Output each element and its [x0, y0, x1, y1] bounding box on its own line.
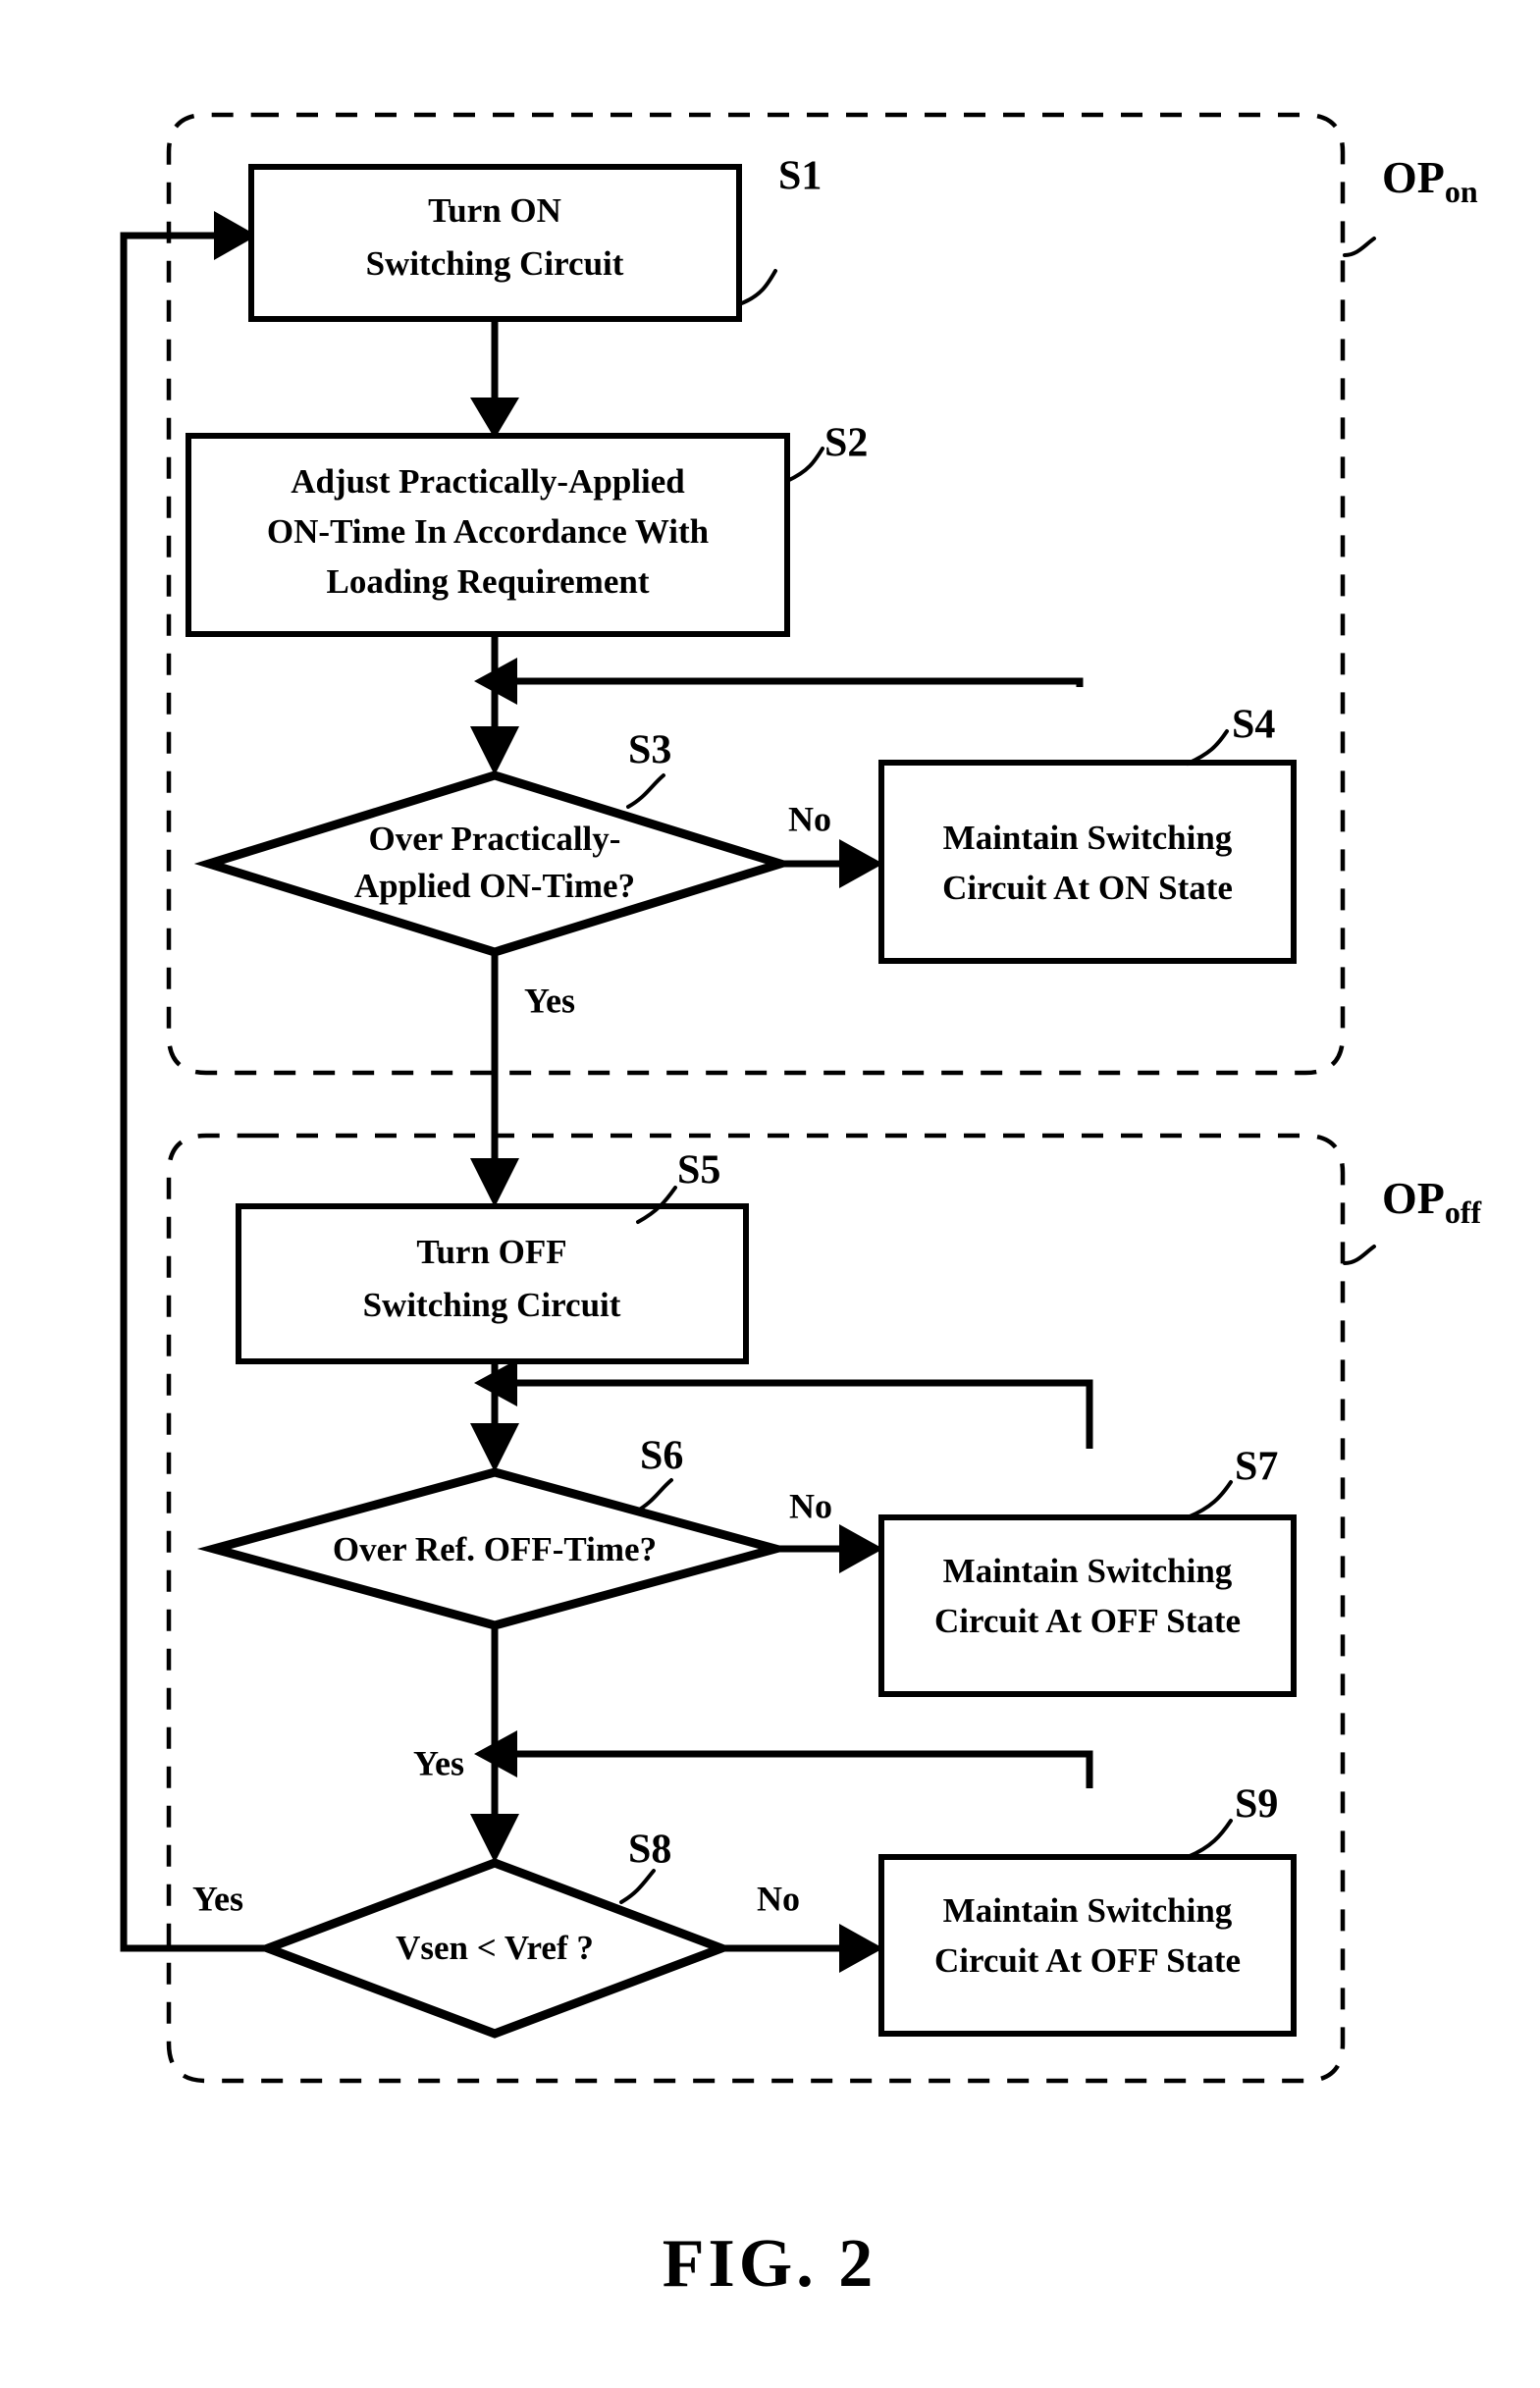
s4-ref-label: S4	[1232, 703, 1275, 748]
s5-ref-label: S5	[677, 1148, 720, 1194]
s4-line-2: Circuit At ON State	[942, 869, 1233, 907]
step-ref-s7: S7	[1186, 1445, 1278, 1519]
arrowhead-into-s9	[839, 1924, 883, 1973]
s6-ref-label: S6	[640, 1434, 683, 1479]
node-s7[interactable]: Maintain Switching Circuit At OFF State	[878, 1514, 1297, 1697]
s3-line-2: Applied ON-Time?	[354, 867, 635, 905]
s6-line-1: Over Ref. OFF-Time?	[333, 1530, 657, 1568]
svg-text:OPon: OPon	[1382, 152, 1478, 210]
node-s6[interactable]: Over Ref. OFF-Time?	[196, 1467, 793, 1630]
op-off-ref-sub: off	[1445, 1194, 1482, 1230]
s1-line-1: Turn ON	[428, 191, 561, 230]
s7-line-1: Maintain Switching	[943, 1552, 1233, 1590]
op-on-ref-sub: on	[1445, 174, 1478, 209]
s3-no-label: No	[788, 799, 831, 838]
connector-s2-to-s3	[470, 634, 519, 775]
step-ref-s2: S2	[785, 421, 868, 483]
s9-ref-label: S9	[1235, 1782, 1278, 1828]
step-ref-s4: S4	[1186, 703, 1275, 766]
s3-line-1: Over Practically-	[369, 820, 621, 858]
arrowhead-into-s5	[470, 1158, 519, 1207]
step-ref-s6: S6	[634, 1434, 683, 1513]
branch-s3-no: No	[780, 799, 883, 888]
node-s4[interactable]: Maintain Switching Circuit At ON State	[878, 760, 1297, 964]
s7-ref-label: S7	[1235, 1445, 1278, 1490]
arrowhead-into-s7	[839, 1524, 883, 1573]
s6-no-label: No	[789, 1486, 832, 1525]
node-s8[interactable]: Vsen < Vref ?	[255, 1858, 734, 2039]
s8-yes-label: Yes	[192, 1879, 243, 1918]
s3-ref-label: S3	[628, 728, 671, 773]
arrowhead-into-s8	[470, 1814, 519, 1863]
flowchart-svg: OPon OPoff Turn ON Switching Circuit S1 …	[120, 112, 1482, 2302]
s5-line-1: Turn OFF	[416, 1233, 566, 1271]
group-ref-op-off: OPoff	[1343, 1173, 1482, 1265]
branch-s8-no: No	[721, 1879, 883, 1973]
node-s1[interactable]: Turn ON Switching Circuit	[248, 164, 742, 322]
arrowhead-into-s3	[470, 726, 519, 775]
op-on-ref-main: OP	[1382, 152, 1445, 202]
figure-canvas: OPon OPoff Turn ON Switching Circuit S1 …	[0, 0, 1540, 2388]
step-ref-s3: S3	[626, 728, 671, 809]
return-line-s9-to-s8	[474, 1730, 1093, 1788]
node-s9[interactable]: Maintain Switching Circuit At OFF State	[878, 1854, 1297, 2037]
s2-line-3: Loading Requirement	[327, 562, 650, 601]
s3-yes-label: Yes	[524, 981, 575, 1020]
s2-line-2: ON-Time In Accordance With	[267, 512, 709, 551]
node-s5[interactable]: Turn OFF Switching Circuit	[236, 1203, 749, 1364]
arrowhead-into-s4	[839, 839, 883, 888]
step-ref-s9: S9	[1186, 1782, 1278, 1859]
node-s2[interactable]: Adjust Practically-Applied ON-Time In Ac…	[186, 433, 790, 637]
group-ref-op-on: OPon	[1343, 152, 1478, 257]
arrowhead-into-s6	[470, 1423, 519, 1472]
s8-ref-label: S8	[628, 1828, 671, 1873]
branch-s6-no: No	[775, 1486, 883, 1573]
figure-caption: FIG. 2	[663, 2226, 876, 2302]
s8-line-1: Vsen < Vref ?	[396, 1929, 594, 1967]
s5-line-2: Switching Circuit	[363, 1286, 621, 1324]
s9-line-2: Circuit At OFF State	[934, 1941, 1241, 1980]
s4-line-1: Maintain Switching	[943, 819, 1233, 857]
branch-s3-yes: Yes	[470, 952, 575, 1207]
arrowhead-into-s2	[470, 398, 519, 439]
s1-line-2: Switching Circuit	[366, 244, 624, 283]
s8-no-label: No	[757, 1879, 800, 1918]
svg-text:OPoff: OPoff	[1382, 1173, 1482, 1231]
connector-s1-to-s2	[470, 319, 519, 439]
op-off-ref-main: OP	[1382, 1173, 1445, 1223]
s9-line-1: Maintain Switching	[943, 1891, 1233, 1930]
s2-line-1: Adjust Practically-Applied	[291, 462, 685, 501]
s2-ref-label: S2	[824, 421, 868, 466]
return-line-s7-to-s6	[474, 1359, 1093, 1449]
s7-line-2: Circuit At OFF State	[934, 1602, 1241, 1640]
s1-ref-label: S1	[778, 154, 822, 199]
step-ref-s8: S8	[619, 1828, 671, 1904]
s6-yes-label: Yes	[413, 1743, 464, 1782]
node-s3[interactable]: Over Practically- Applied ON-Time?	[193, 770, 796, 957]
step-ref-s1: S1	[737, 154, 822, 306]
return-line-s4-to-s3	[474, 658, 1084, 705]
